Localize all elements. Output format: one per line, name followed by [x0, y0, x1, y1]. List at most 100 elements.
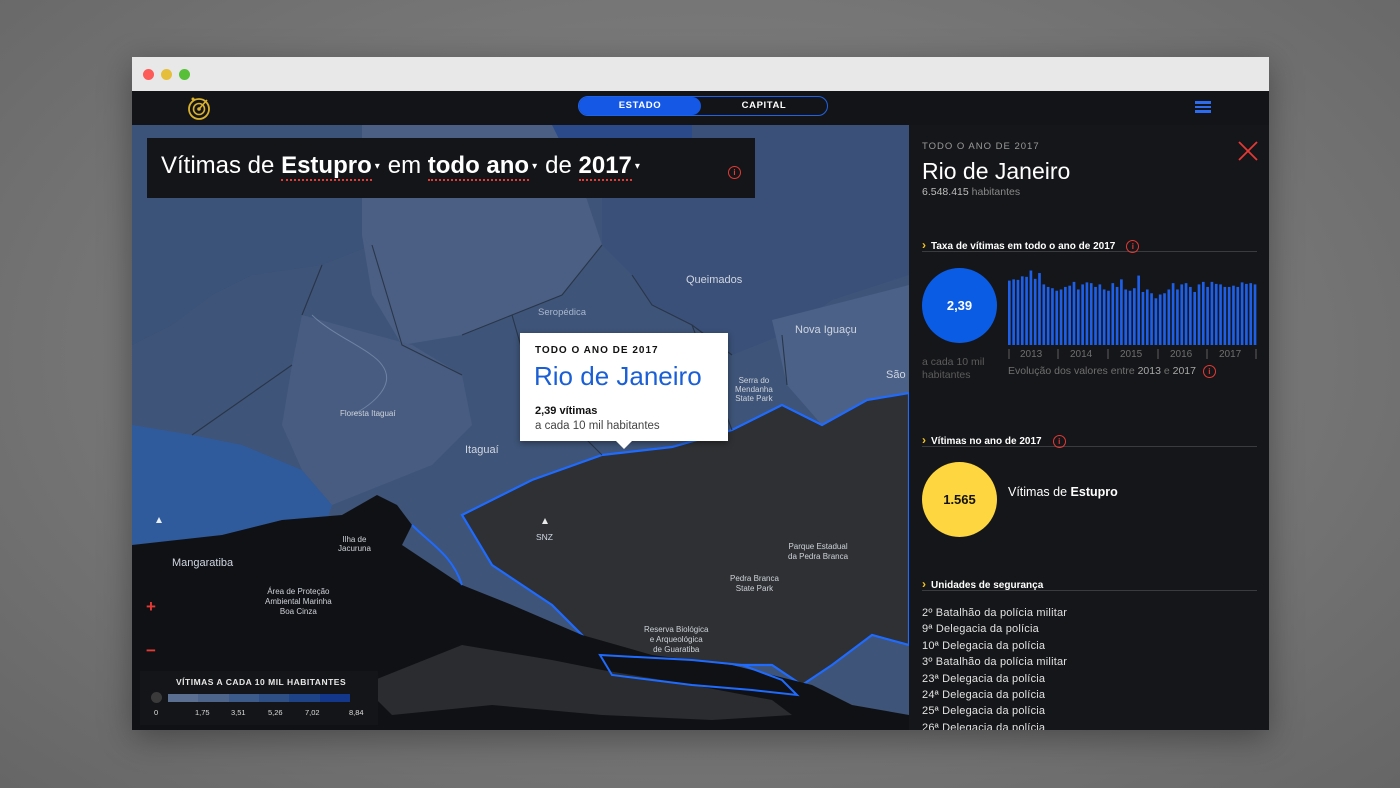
rate-bar[interactable] [1115, 286, 1119, 345]
rate-bar[interactable] [1232, 285, 1235, 345]
list-item[interactable]: 9ª Delegacia da polícia [922, 621, 1067, 637]
rate-bar[interactable] [1227, 286, 1231, 345]
rate-bar[interactable] [1184, 283, 1188, 345]
year-selector[interactable]: 2017 [578, 152, 632, 181]
rate-bar[interactable] [1111, 283, 1115, 345]
rate-bar[interactable] [1042, 284, 1046, 345]
list-item[interactable]: 2º Batalhão da polícia militar [922, 605, 1067, 621]
map-label-itaguai: Itaguaí [465, 444, 499, 456]
chevron-down-icon[interactable]: ▾ [635, 161, 640, 172]
rate-bar[interactable] [1240, 282, 1244, 345]
rate-bar[interactable] [1133, 288, 1136, 345]
rate-bar[interactable] [1051, 288, 1054, 345]
rate-bar[interactable] [1145, 289, 1149, 345]
chevron-down-icon[interactable]: ▾ [375, 161, 380, 172]
rate-bar[interactable] [1064, 286, 1067, 345]
rate-bar[interactable] [1253, 284, 1257, 345]
rate-bar[interactable] [1245, 283, 1248, 345]
rate-bar[interactable] [1012, 279, 1015, 345]
hamburger-menu-icon[interactable] [1195, 101, 1211, 113]
map-label-parque-estadual: Parque Estadual da Pedra Branca [788, 542, 849, 561]
rate-bar[interactable] [1089, 283, 1093, 345]
rate-bar[interactable] [1072, 281, 1076, 345]
legend-tick: 7,02 [305, 708, 320, 717]
rate-bar[interactable] [1163, 293, 1166, 345]
rate-bar[interactable] [1046, 286, 1050, 345]
rate-bar[interactable] [1085, 282, 1089, 345]
victims-section-title: Vítimas no ano de 2017 [922, 436, 1042, 447]
rate-bar[interactable] [1020, 276, 1024, 345]
rate-bar[interactable] [1206, 286, 1209, 345]
legend-tick: 5,26 [268, 708, 283, 717]
rate-bar[interactable] [1128, 290, 1132, 345]
rate-bar[interactable] [1102, 289, 1106, 345]
rate-bar[interactable] [1189, 286, 1192, 345]
rate-bar[interactable] [1033, 278, 1037, 345]
info-icon[interactable]: i [728, 166, 741, 179]
rate-bar[interactable] [1197, 284, 1201, 345]
zoom-in-button[interactable]: + [146, 597, 156, 617]
rate-bar[interactable] [1029, 270, 1033, 345]
list-item[interactable]: 23ª Delegacia da polícia [922, 671, 1067, 687]
close-icon[interactable] [1237, 140, 1259, 162]
browser-titlebar [132, 57, 1269, 92]
radar-logo-icon[interactable] [185, 94, 213, 122]
rate-bar[interactable] [1249, 283, 1253, 345]
list-item[interactable]: 10ª Delegacia da polícia [922, 638, 1067, 654]
rate-bar[interactable] [1141, 291, 1145, 345]
rate-bar[interactable] [1098, 284, 1102, 345]
rate-bar[interactable] [1137, 275, 1140, 345]
minimize-window-button[interactable] [161, 69, 172, 80]
rate-bar[interactable] [1038, 273, 1041, 345]
list-item[interactable]: 24ª Delegacia da polícia [922, 687, 1067, 703]
list-item[interactable]: 3º Batalhão da polícia militar [922, 654, 1067, 670]
rate-bar[interactable] [1223, 286, 1227, 345]
info-icon[interactable]: i [1052, 435, 1066, 448]
rate-bar[interactable] [1016, 279, 1020, 345]
rate-bar[interactable] [1158, 294, 1162, 345]
list-item[interactable]: 26ª Delegacia da polícia [922, 720, 1067, 730]
rate-bar[interactable] [1171, 283, 1175, 345]
info-icon[interactable]: i [1126, 240, 1140, 253]
rate-bar[interactable] [1107, 290, 1110, 345]
rate-bar[interactable] [1081, 284, 1084, 345]
legend-swatch [258, 694, 290, 702]
rate-bar[interactable] [1201, 281, 1205, 345]
rate-bar[interactable] [1068, 285, 1072, 345]
rate-bar[interactable] [1120, 279, 1123, 345]
rate-bar[interactable] [1008, 280, 1011, 345]
rate-bar[interactable] [1180, 284, 1184, 345]
chevron-down-icon[interactable]: ▾ [532, 161, 537, 172]
toggle-capital[interactable]: CAPITAL [701, 97, 827, 115]
rate-bar[interactable] [1059, 289, 1063, 345]
rate-bar[interactable] [1193, 291, 1197, 345]
rate-bar[interactable] [1154, 298, 1158, 345]
list-item[interactable]: 25ª Delegacia da polícia [922, 703, 1067, 719]
tooltip-unit: a cada 10 mil habitantes [535, 420, 660, 432]
app-header: ESTADO CAPITAL [132, 91, 1269, 125]
info-icon[interactable]: i [1202, 365, 1216, 378]
rate-bar[interactable] [1025, 276, 1028, 345]
maximize-window-button[interactable] [179, 69, 190, 80]
axis-year: 2014 [1070, 349, 1093, 360]
rate-bar[interactable] [1167, 289, 1171, 345]
rate-bar[interactable] [1210, 281, 1214, 345]
rate-bar[interactable] [1219, 284, 1222, 345]
rate-bar[interactable] [1055, 290, 1059, 345]
rate-bar[interactable] [1124, 289, 1128, 345]
rate-bar[interactable] [1094, 286, 1097, 345]
rate-bar[interactable] [1076, 289, 1080, 345]
zoom-out-button[interactable]: − [146, 641, 156, 661]
legend-swatch [289, 694, 320, 702]
rate-bar[interactable] [1150, 293, 1153, 345]
rate-bar[interactable] [1236, 286, 1240, 345]
close-window-button[interactable] [143, 69, 154, 80]
rate-bar[interactable] [1176, 289, 1179, 345]
period-selector[interactable]: todo ano [427, 152, 530, 181]
rate-bar[interactable] [1214, 283, 1218, 345]
toggle-estado[interactable]: ESTADO [579, 97, 701, 115]
rate-unit-label: a cada 10 mil habitantes [922, 356, 985, 381]
choropleth-map[interactable]: Queimados Seropédica Nova Iguaçu Itaguaí… [132, 125, 909, 730]
legend-title: VÍTIMAS A CADA 10 MIL HABITANTES [176, 677, 347, 687]
crime-selector[interactable]: Estupro [281, 152, 372, 181]
